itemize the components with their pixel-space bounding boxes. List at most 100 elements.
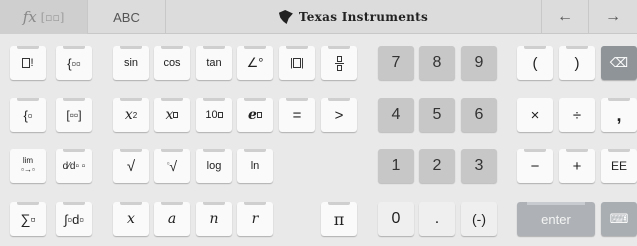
integral-key[interactable]: ∫▫d▫ [56,202,92,236]
backspace-icon: ⌫ [609,55,629,70]
fx-tab[interactable]: fx [▫▫] [0,0,88,34]
minus-key[interactable]: − [517,149,553,183]
key-7[interactable]: 7 [378,46,414,80]
x-var-key[interactable]: x [113,202,149,236]
factorial-key[interactable]: ! [10,46,46,80]
a-var-key[interactable]: a [154,202,190,236]
nth-root-icon: ▫√ [166,158,178,174]
cos-label: cos [163,57,181,69]
matrix-key[interactable]: [▫▫] [56,98,92,132]
ten-power-key[interactable]: 10 [196,98,232,132]
tan-key[interactable]: tan [196,46,232,80]
times-key[interactable]: × [517,98,553,132]
brand-area: Texas Instruments [166,0,542,34]
x-var-label: x [127,211,135,227]
left-arrow-button[interactable]: ← [542,0,589,34]
integral-icon: ∫▫d▫ [63,211,84,227]
nth-root-key[interactable]: ▫√ [154,149,190,183]
right-paren-label: ) [574,54,580,72]
angle-icon: ∠° [246,55,264,70]
exp-key[interactable]: e [237,98,273,132]
n-var-key[interactable]: n [196,202,232,236]
digit-label: 7 [391,54,401,71]
angle-key[interactable]: ∠° [237,46,273,80]
fraction-key[interactable] [321,46,357,80]
decimal-key[interactable]: . [419,202,455,236]
r-var-key[interactable]: r [237,202,273,236]
negative-key[interactable]: (-) [461,202,497,236]
system-icon: {▫ [23,107,33,123]
right-arrow-icon: → [605,8,621,25]
backspace-key[interactable]: ⌫ [601,46,637,80]
hide-keyboard-key[interactable]: ⌨ [601,202,637,236]
system-key[interactable]: {▫ [10,98,46,132]
equals-key[interactable]: = [279,98,315,132]
keyboard-top-bar: fx [▫▫] ABC Texas Instruments ← → [0,0,637,34]
sum-icon: ∑▫ [20,211,36,227]
abc-tab[interactable]: ABC [88,0,166,34]
key-9[interactable]: 9 [461,46,497,80]
x-label: x [165,107,174,123]
brand-name: Texas Instruments [298,10,429,24]
plus-key[interactable]: + [559,149,595,183]
digit-label: 3 [474,157,484,174]
sum-key[interactable]: ∑▫ [10,202,46,236]
decimal-label: . [434,210,440,227]
greater-key[interactable]: > [321,98,357,132]
key-4[interactable]: 4 [378,98,414,132]
tan-label: tan [206,57,222,69]
r-var-label: r [251,211,259,227]
abs-key[interactable]: | | [279,46,315,80]
key-3[interactable]: 3 [461,149,497,183]
cos-key[interactable]: cos [154,46,190,80]
ln-key[interactable]: ln [237,149,273,183]
pi-label: π [333,209,345,229]
left-paren-label: ( [532,54,538,72]
limit-key[interactable]: lim ▫→▫ [10,149,46,183]
power-box-icon [256,112,262,118]
ten-label: 10 [205,109,218,121]
sqrt-key[interactable]: √ [113,149,149,183]
key-0[interactable]: 0 [378,202,414,236]
right-arrow-button[interactable]: → [589,0,637,34]
piecewise-key[interactable]: {▫▫ [56,46,92,80]
pi-key[interactable]: π [321,202,357,236]
derivative-key[interactable]: d⁄d▫ ▫ [56,149,92,183]
enter-key[interactable]: enter [517,202,595,236]
log-key[interactable]: log [196,149,232,183]
sin-key[interactable]: sin [113,46,149,80]
key-8[interactable]: 8 [419,46,455,80]
piecewise-icon: {▫▫ [67,55,81,71]
digit-label: 6 [474,106,484,123]
digit-label: 1 [391,157,401,174]
square-key[interactable]: x2 [113,98,149,132]
digit-label: 0 [391,210,401,227]
key-2[interactable]: 2 [419,149,455,183]
right-paren-key[interactable]: ) [559,46,595,80]
fraction-icon [334,55,344,71]
ee-key[interactable]: EE [601,149,637,183]
key-6[interactable]: 6 [461,98,497,132]
limit-icon: lim ▫→▫ [21,156,35,174]
abs-icon: | | [290,57,304,69]
comma-key[interactable]: , [601,98,637,132]
negative-label: (-) [472,211,486,227]
minus-label: − [530,157,540,175]
fx-label: fx [22,8,37,26]
power-key[interactable]: x [154,98,190,132]
digit-label: 2 [432,157,442,174]
a-var-label: a [167,211,177,227]
derivative-icon: d⁄d▫ ▫ [62,160,86,172]
key-1[interactable]: 1 [378,149,414,183]
left-paren-key[interactable]: ( [517,46,553,80]
factorial-label: ! [30,57,34,69]
digit-label: 9 [474,54,484,71]
divide-key[interactable]: ÷ [559,98,595,132]
e-label: e [248,107,257,123]
texas-logo-icon [278,10,293,24]
key-5[interactable]: 5 [419,98,455,132]
left-arrow-icon: ← [557,8,573,25]
times-label: × [530,106,540,124]
sin-label: sin [123,57,139,69]
log-label: log [206,160,222,172]
